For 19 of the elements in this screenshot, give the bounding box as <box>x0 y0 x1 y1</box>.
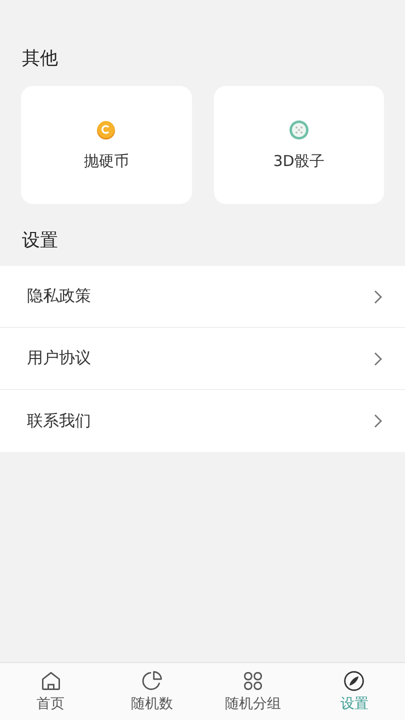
settings-item[interactable]: 联系我们 <box>0 390 405 452</box>
tool-card[interactable]: 抛硬币 <box>21 86 192 204</box>
chevron-icon <box>373 350 383 366</box>
tab-item[interactable]: 随机数 <box>101 663 202 720</box>
settings-item[interactable]: 用户协议 <box>0 328 405 390</box>
chevron-icon <box>373 413 383 429</box>
section-title: 设置 <box>21 229 59 252</box>
tab-item[interactable]: 随机分组 <box>202 663 304 720</box>
compass-icon <box>343 670 366 692</box>
pie-chart-icon <box>140 670 163 692</box>
settings-item[interactable]: 隐私政策 <box>0 266 405 328</box>
dice-icon <box>288 120 309 140</box>
grid-icon <box>242 670 264 692</box>
home-icon <box>40 670 62 692</box>
section-title: 其他 <box>21 47 59 70</box>
coin-icon <box>96 120 116 140</box>
tab-item[interactable]: 首页 <box>0 663 102 720</box>
tool-card[interactable]: 3D骰子 <box>214 86 384 204</box>
chevron-icon <box>373 288 383 304</box>
